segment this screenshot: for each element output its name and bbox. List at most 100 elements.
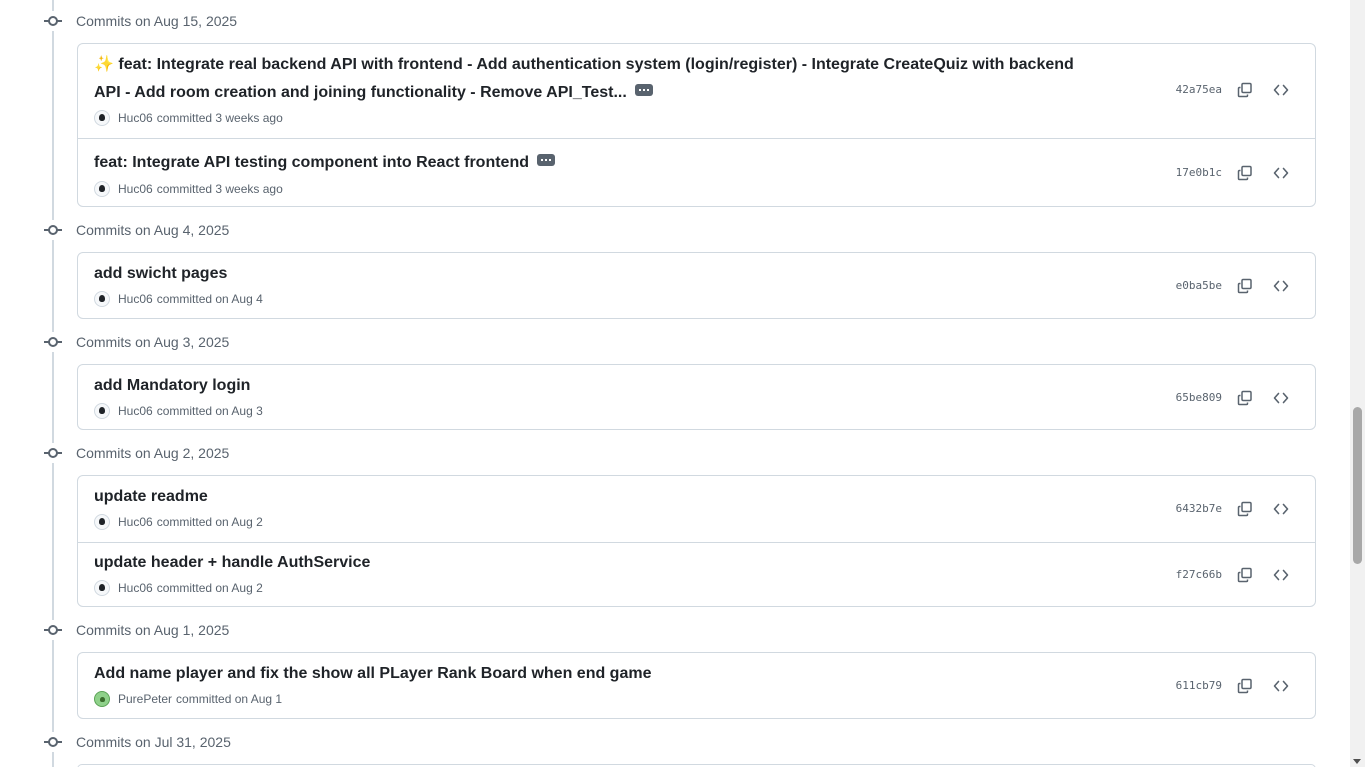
avatar[interactable] <box>94 580 110 596</box>
copy-sha-button[interactable] <box>1233 497 1257 521</box>
commit-author[interactable]: Huc06 <box>118 581 153 595</box>
browse-repo-button[interactable] <box>1269 274 1293 298</box>
commit-group-header: Commits on Aug 1, 2025 <box>44 620 229 640</box>
browse-repo-button[interactable] <box>1269 674 1293 698</box>
commit-group-date: Commits on Aug 1, 2025 <box>76 622 230 638</box>
ellipsis-icon[interactable] <box>536 153 555 166</box>
commit-author[interactable]: Huc06 <box>118 292 153 306</box>
commit-sha[interactable]: 611cb79 <box>1176 679 1222 692</box>
commit-author[interactable]: Huc06 <box>118 515 153 529</box>
commit-list-box: ✨ feat: Integrate real backend API with … <box>77 43 1316 207</box>
copy-sha-button[interactable] <box>1233 674 1257 698</box>
commit-list-box: update readme Huc06 committed on Aug 2 6… <box>77 475 1316 607</box>
code-icon <box>1273 392 1289 404</box>
commit-list-box: add Mandatory login Huc06 committed on A… <box>77 364 1316 430</box>
commit-message-text[interactable]: Add name player and fix the show all PLa… <box>94 665 651 682</box>
commit-message[interactable]: update readme <box>94 483 208 511</box>
commit-author[interactable]: Huc06 <box>118 111 153 125</box>
copy-sha-button[interactable] <box>1233 274 1257 298</box>
commit-time: committed on Aug 4 <box>156 292 263 306</box>
commit-list-box: Add name player and fix the show all PLa… <box>77 652 1316 719</box>
code-icon <box>1273 503 1289 515</box>
avatar[interactable] <box>94 181 110 197</box>
commit-group-date: Commits on Aug 2, 2025 <box>76 445 230 461</box>
commit-row: add swicht pages Huc06 committed on Aug … <box>78 253 1315 318</box>
commit-row: feat: Integrate API testing component in… <box>78 138 1315 206</box>
sparkles-icon: ✨ <box>94 56 114 73</box>
avatar[interactable] <box>94 291 110 307</box>
commit-message[interactable]: add swicht pages <box>94 260 227 288</box>
copy-sha-button[interactable] <box>1233 386 1257 410</box>
commit-author[interactable]: Huc06 <box>118 404 153 418</box>
commit-meta: Huc06 committed 3 weeks ago <box>94 181 283 197</box>
commit-group-header: Commits on Aug 15, 2025 <box>44 11 237 31</box>
commit-message-text[interactable]: update header + handle AuthService <box>94 554 370 571</box>
avatar[interactable] <box>94 110 110 126</box>
commit-sha[interactable]: 65be809 <box>1176 391 1222 404</box>
commit-message[interactable]: update header + handle AuthService <box>94 549 370 577</box>
commit-sha[interactable]: 17e0b1c <box>1176 166 1222 179</box>
commit-sha[interactable]: 6432b7e <box>1176 502 1222 515</box>
commit-message-text[interactable]: add Mandatory login <box>94 377 250 394</box>
avatar[interactable] <box>94 514 110 530</box>
copy-icon <box>1237 278 1252 294</box>
commit-message[interactable]: ✨ feat: Integrate real backend API with … <box>94 51 1094 107</box>
commit-time: committed on Aug 2 <box>156 515 263 529</box>
git-commit-icon <box>44 732 62 752</box>
copy-sha-button[interactable] <box>1233 161 1257 185</box>
copy-icon <box>1237 501 1252 517</box>
browse-repo-button[interactable] <box>1269 161 1293 185</box>
commit-time: committed on Aug 1 <box>176 692 283 706</box>
copy-icon <box>1237 165 1252 181</box>
avatar[interactable] <box>94 691 110 707</box>
git-commit-icon <box>44 620 62 640</box>
commit-meta: PurePeter committed on Aug 1 <box>94 691 282 707</box>
browse-repo-button[interactable] <box>1269 386 1293 410</box>
commit-group-header: Commits on Aug 4, 2025 <box>44 220 229 240</box>
commit-message[interactable]: add Mandatory login <box>94 372 250 400</box>
commit-row: update readme Huc06 committed on Aug 2 6… <box>78 476 1315 542</box>
copy-icon <box>1237 82 1252 98</box>
commit-meta: Huc06 committed on Aug 2 <box>94 514 263 530</box>
commit-row: ✨ feat: Integrate real backend API with … <box>78 44 1315 138</box>
scrollbar-track[interactable] <box>1350 0 1365 767</box>
code-icon <box>1273 84 1289 96</box>
commit-meta: Huc06 committed on Aug 3 <box>94 403 263 419</box>
browse-repo-button[interactable] <box>1269 563 1293 587</box>
commit-message-text[interactable]: update readme <box>94 488 208 505</box>
git-commit-icon <box>44 220 62 240</box>
commit-message[interactable]: Add name player and fix the show all PLa… <box>94 660 651 688</box>
ellipsis-icon[interactable] <box>634 83 653 96</box>
commit-message-text[interactable]: add swicht pages <box>94 265 227 282</box>
code-icon <box>1273 680 1289 692</box>
scroll-down-icon[interactable] <box>1353 759 1361 764</box>
browse-repo-button[interactable] <box>1269 497 1293 521</box>
commit-message-text[interactable]: feat: Integrate API testing component in… <box>94 154 529 171</box>
commit-sha[interactable]: e0ba5be <box>1176 279 1222 292</box>
commit-sha[interactable]: 42a75ea <box>1176 83 1222 96</box>
code-icon <box>1273 167 1289 179</box>
commit-author[interactable]: PurePeter <box>118 692 172 706</box>
commit-list-box: add swicht pages Huc06 committed on Aug … <box>77 252 1316 319</box>
copy-icon <box>1237 567 1252 583</box>
commit-message-text[interactable]: feat: Integrate real backend API with fr… <box>94 56 1074 101</box>
commit-sha[interactable]: f27c66b <box>1176 568 1222 581</box>
commit-time: committed on Aug 2 <box>156 581 263 595</box>
git-commit-icon <box>44 11 62 31</box>
copy-icon <box>1237 390 1252 406</box>
code-icon <box>1273 280 1289 292</box>
commit-group-header: Commits on Jul 31, 2025 <box>44 732 231 752</box>
timeline-line <box>52 0 54 767</box>
copy-sha-button[interactable] <box>1233 78 1257 102</box>
commit-message[interactable]: feat: Integrate API testing component in… <box>94 149 555 177</box>
browse-repo-button[interactable] <box>1269 78 1293 102</box>
commit-time: committed on Aug 3 <box>156 404 263 418</box>
commit-group-header: Commits on Aug 3, 2025 <box>44 332 229 352</box>
commit-group-header: Commits on Aug 2, 2025 <box>44 443 229 463</box>
avatar[interactable] <box>94 403 110 419</box>
commit-row: add Mandatory login Huc06 committed on A… <box>78 365 1315 429</box>
git-commit-icon <box>44 332 62 352</box>
commit-author[interactable]: Huc06 <box>118 182 153 196</box>
copy-sha-button[interactable] <box>1233 563 1257 587</box>
scrollbar-thumb[interactable] <box>1353 407 1362 564</box>
